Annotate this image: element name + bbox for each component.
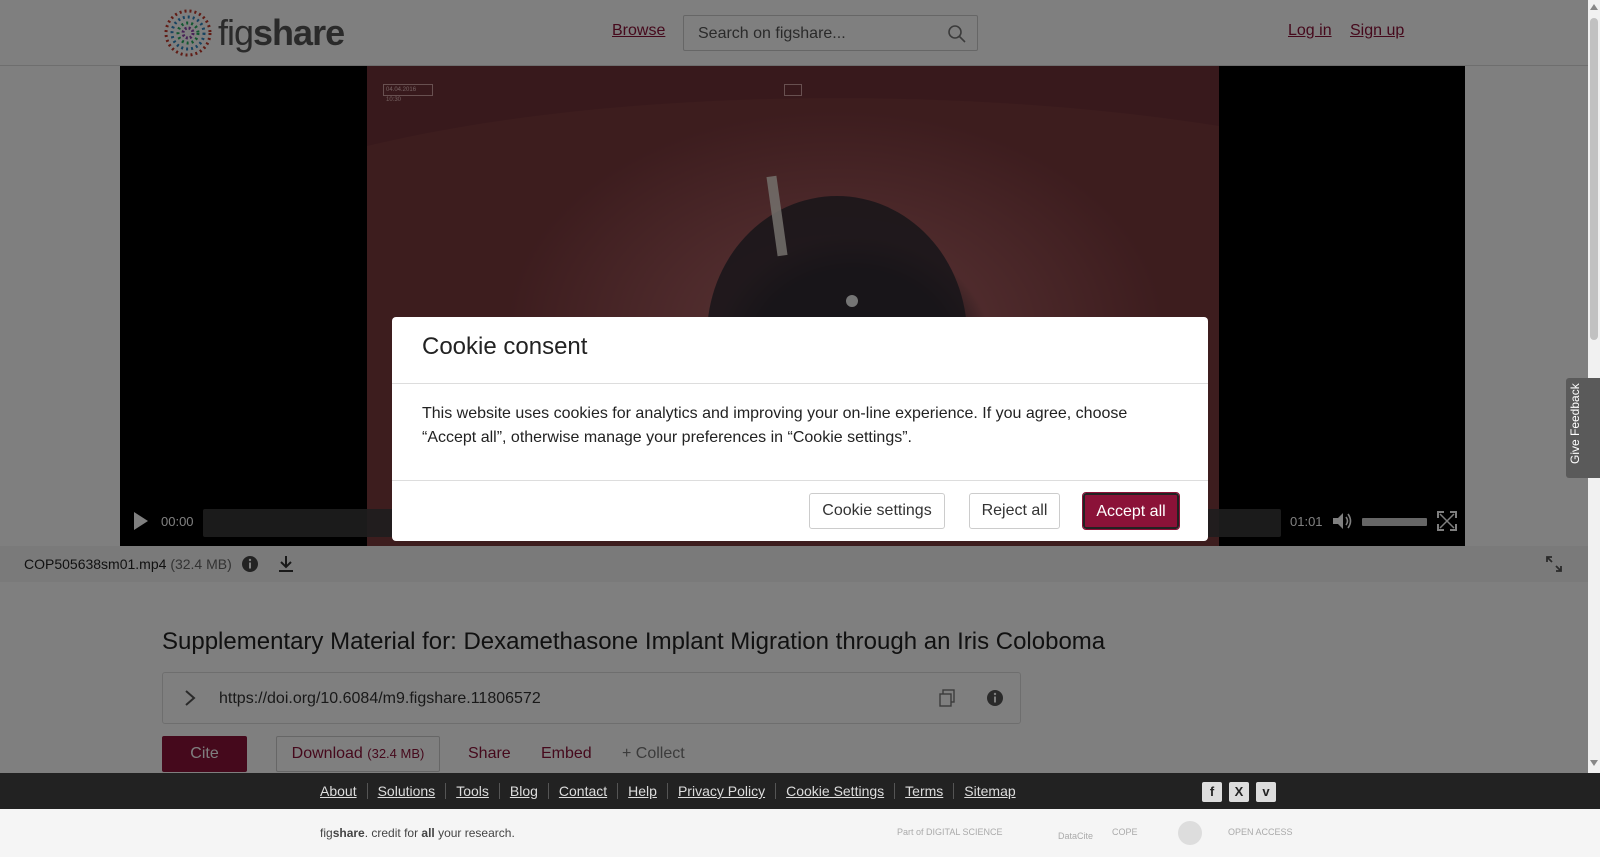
footer-link-solutions[interactable]: Solutions: [368, 783, 447, 799]
footer-link-cookie-settings[interactable]: Cookie Settings: [776, 783, 896, 799]
vimeo-icon[interactable]: v: [1256, 782, 1276, 802]
cookie-dialog-title: Cookie consent: [422, 333, 588, 360]
footer-link-about[interactable]: About: [320, 783, 368, 799]
scroll-up-arrow[interactable]: [1590, 4, 1598, 10]
footer-bottom: figshare. credit for all your research. …: [0, 809, 1600, 857]
open-access-logo[interactable]: OPEN ACCESS: [1228, 827, 1293, 837]
feedback-label: Give Feedback: [1568, 383, 1582, 464]
footer-link-help[interactable]: Help: [618, 783, 668, 799]
footer-link-tools[interactable]: Tools: [446, 783, 500, 799]
cookie-consent-dialog: Cookie consent This website uses cookies…: [392, 317, 1208, 541]
datacite-logo[interactable]: DataCite: [1058, 831, 1093, 841]
footer-link-terms[interactable]: Terms: [895, 783, 955, 799]
footer-link-privacy[interactable]: Privacy Policy: [668, 783, 777, 799]
footer-tagline: figshare. credit for all your research.: [320, 826, 515, 840]
divider: [392, 480, 1208, 481]
seal-logo[interactable]: [1178, 821, 1202, 845]
footer-link-contact[interactable]: Contact: [549, 783, 619, 799]
footer-links-bar: About Solutions Tools Blog Contact Help …: [0, 773, 1600, 809]
cookie-dialog-body: This website uses cookies for analytics …: [422, 405, 1128, 446]
footer-link-blog[interactable]: Blog: [500, 783, 549, 799]
facebook-icon[interactable]: f: [1202, 782, 1222, 802]
accept-all-button[interactable]: Accept all: [1082, 492, 1180, 530]
scroll-down-arrow[interactable]: [1590, 760, 1598, 766]
cope-logo[interactable]: COPE: [1112, 827, 1138, 837]
digital-science-logo[interactable]: Part of DIGITAL SCIENCE: [897, 827, 1003, 837]
reject-all-button[interactable]: Reject all: [969, 493, 1060, 529]
footer-nav: About Solutions Tools Blog Contact Help …: [320, 783, 1026, 799]
x-twitter-icon[interactable]: X: [1229, 782, 1249, 802]
cookie-settings-button[interactable]: Cookie settings: [809, 493, 945, 529]
divider: [392, 383, 1208, 384]
scroll-thumb[interactable]: [1590, 18, 1598, 340]
footer-link-sitemap[interactable]: Sitemap: [954, 783, 1025, 799]
give-feedback-tab[interactable]: Give Feedback: [1566, 378, 1600, 478]
